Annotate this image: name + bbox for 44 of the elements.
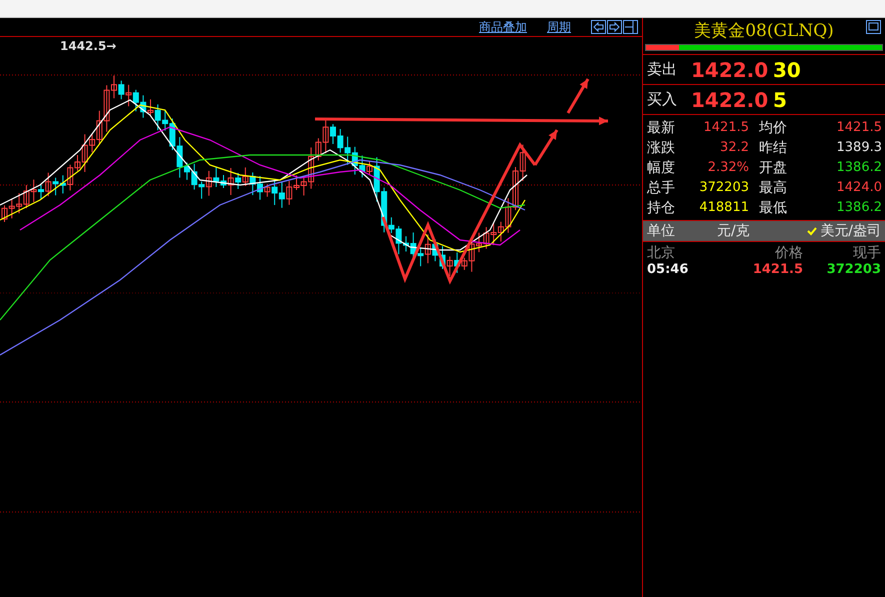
- depth-price: 1422.0: [691, 88, 770, 112]
- maximize-icon[interactable]: [866, 20, 881, 34]
- stat-value: 1386.2: [836, 159, 882, 177]
- unit-label: 单位: [647, 222, 676, 240]
- unit-option[interactable]: 元/克: [717, 222, 750, 240]
- right-arrow-icon[interactable]: [607, 20, 622, 34]
- column-header: 现手: [852, 244, 881, 262]
- stat-value: 1424.0: [836, 179, 882, 197]
- stat-label: 总手: [647, 179, 676, 198]
- stat-label: 幅度: [647, 159, 676, 178]
- instrument-title: 美黄金08(GLNQ): [694, 20, 834, 42]
- stat-value: 2.32%: [706, 159, 750, 177]
- depth-label: 卖出: [647, 60, 678, 79]
- depth-label: 买入: [647, 90, 678, 109]
- depth-price: 1422.0: [691, 58, 770, 82]
- stat-label: 最高: [759, 179, 788, 198]
- high-price-label: 1442.5→: [60, 39, 116, 53]
- stat-label: 最新: [647, 119, 676, 138]
- stat-label: 持仓: [647, 199, 676, 218]
- stat-label: 开盘: [759, 159, 788, 178]
- stat-label: 涨跌: [647, 139, 676, 158]
- stat-label: 最低: [759, 199, 788, 218]
- stat-value: 418811: [698, 199, 750, 217]
- depth-volume: 5: [773, 88, 787, 112]
- check-icon: [807, 226, 818, 236]
- tick-price: 1421.5: [752, 262, 803, 277]
- toolbar-link[interactable]: 商品叠加: [479, 18, 527, 36]
- tick-volume: 372203: [826, 262, 881, 277]
- stat-value: 1421.5: [836, 119, 882, 137]
- column-header: 价格: [774, 244, 803, 262]
- column-header: 北京: [647, 244, 676, 262]
- stat-value: 32.2: [719, 139, 750, 157]
- stat-label: 昨结: [759, 139, 788, 158]
- stat-value: 1386.2: [836, 199, 882, 217]
- depth-volume: 30: [773, 58, 801, 82]
- stat-value: 1421.5: [702, 119, 750, 137]
- stat-label: 均价: [759, 119, 788, 138]
- stat-value: 372203: [698, 179, 750, 197]
- stat-value: 1389.3: [836, 139, 882, 157]
- unit-option[interactable]: 美元/盎司: [807, 222, 881, 240]
- toolbar-link[interactable]: 周期: [547, 18, 571, 36]
- tick-time: 05:46: [647, 262, 690, 277]
- left-arrow-icon[interactable]: [591, 20, 606, 34]
- panel-toggle-icon[interactable]: [623, 20, 638, 34]
